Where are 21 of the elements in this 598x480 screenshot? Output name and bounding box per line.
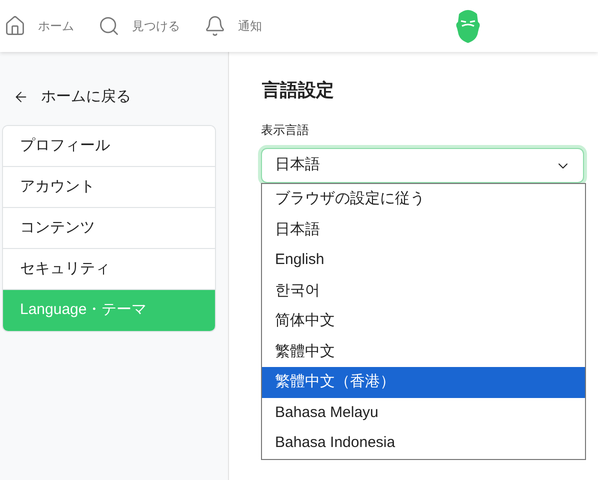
field-label: 表示言語: [261, 122, 310, 139]
dropdown-option[interactable]: 繁體中文（香港）: [262, 367, 585, 398]
page-title: 言語設定: [262, 79, 335, 102]
nav-link[interactable]: 見つける: [98, 15, 180, 37]
home-icon: [4, 15, 26, 37]
dropdown-option[interactable]: 简体中文: [262, 306, 585, 336]
dropdown-option[interactable]: 繁體中文: [262, 336, 585, 367]
nav-link[interactable]: ホーム: [4, 15, 74, 37]
bell-icon: [204, 15, 226, 37]
dropdown-option[interactable]: English: [262, 245, 585, 276]
bearded-head-logo-icon: [455, 8, 481, 44]
dropdown-option[interactable]: 한국어: [262, 276, 585, 306]
language-select[interactable]: 日本語: [261, 148, 584, 183]
back-link[interactable]: ホームに戻る: [0, 82, 228, 112]
dropdown-option[interactable]: Bahasa Indonesia: [262, 428, 585, 458]
dropdown-option[interactable]: 日本語: [262, 214, 585, 245]
dropdown-option[interactable]: Bahasa Melayu: [262, 398, 585, 428]
dropdown-option[interactable]: ブラウザの設定に従う: [262, 184, 585, 214]
nav-link[interactable]: 通知: [204, 15, 262, 37]
menu-item[interactable]: プロフィール: [3, 126, 215, 167]
search-icon: [98, 15, 120, 37]
